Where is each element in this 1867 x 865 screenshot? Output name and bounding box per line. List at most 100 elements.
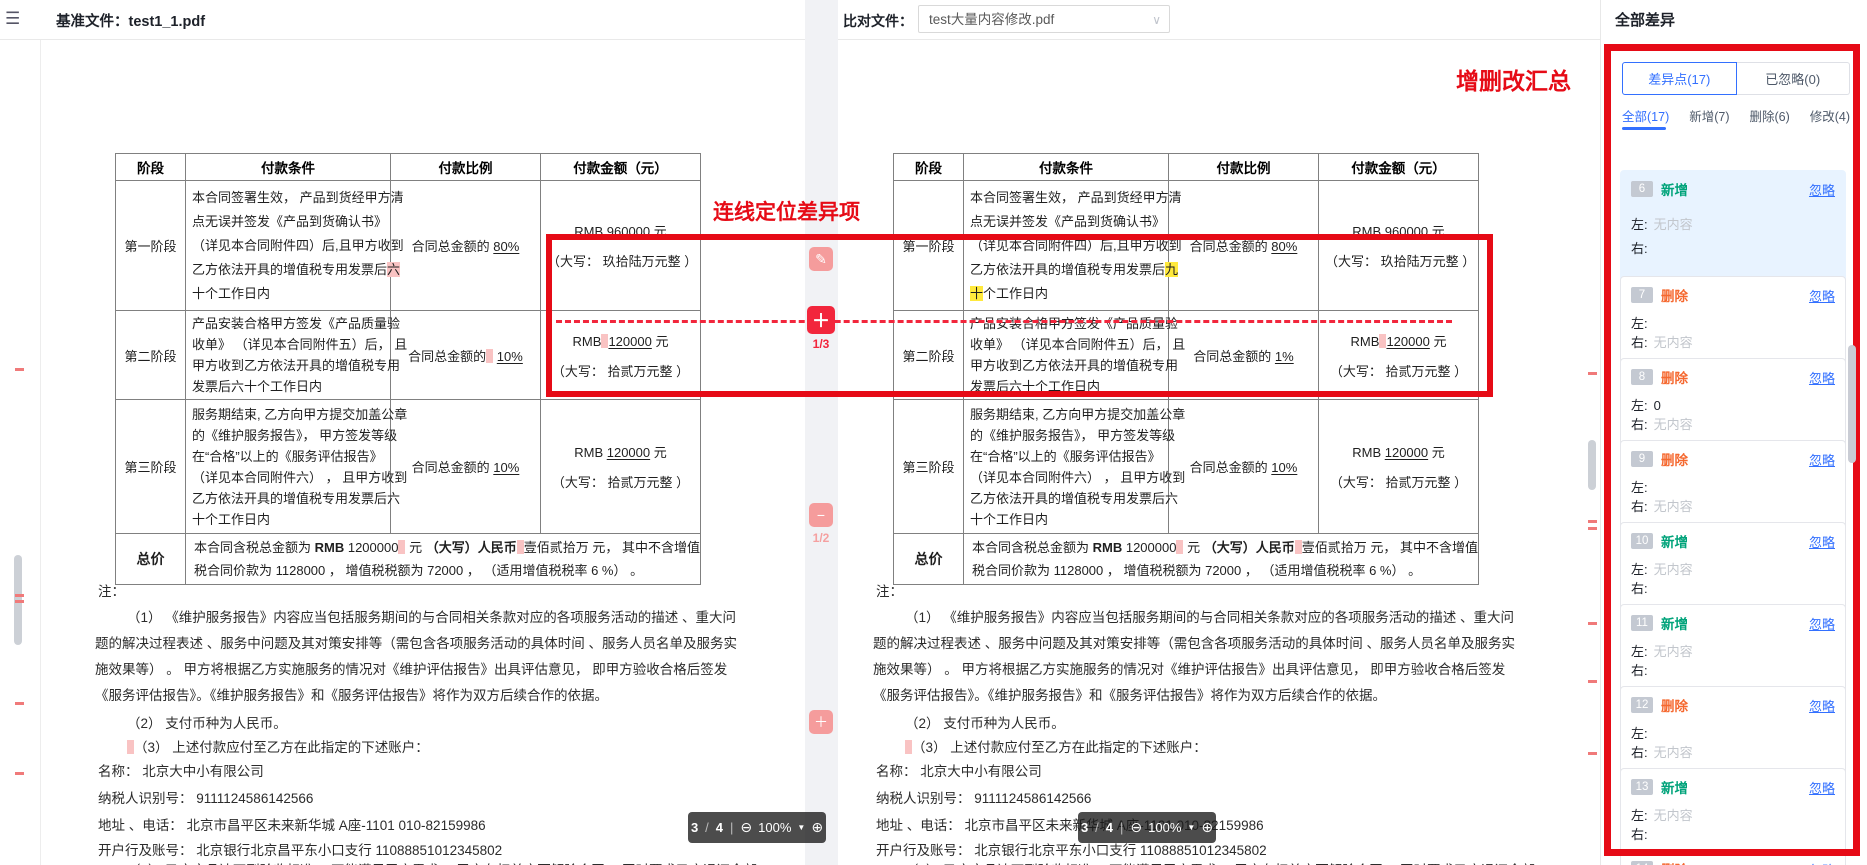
diff-type-label: 删除: [1661, 449, 1688, 469]
stage-2-condition: 产品安装合格甲方签发《产品质量验 收单》 （详见本合同附件五）后， 且 甲方收到…: [964, 311, 1169, 400]
ignore-link[interactable]: 忽略: [1809, 614, 1835, 633]
col-header-ratio: 付款比例: [1169, 154, 1319, 181]
panel-scrollbar-thumb[interactable]: [1848, 345, 1856, 463]
deleted-gap-highlight: [127, 740, 134, 754]
zoom-in-icon[interactable]: ⊕: [1201, 819, 1213, 836]
col-header-stage: 阶段: [894, 154, 964, 181]
zoom-out-icon[interactable]: ⊖: [740, 819, 752, 836]
stage-1-condition: 本合同签署生效， 产品到货经甲方清 点无误并签发《产品到货确认书》 （详见本合同…: [186, 181, 391, 311]
diff-right-value: 无内容: [1654, 417, 1693, 432]
stage-3-ratio: 合同总金额的 10%: [391, 400, 541, 534]
zoom-caret-icon[interactable]: ▼: [797, 823, 805, 832]
zoom-in-icon[interactable]: ⊕: [811, 819, 823, 836]
menu-icon[interactable]: ☰: [5, 10, 23, 28]
ignore-link[interactable]: 忽略: [1809, 778, 1835, 797]
pane-gutter: [805, 0, 838, 865]
right-scrollbar-thumb[interactable]: [1588, 440, 1596, 490]
col-header-ratio: 付款比例: [391, 154, 541, 181]
ignore-link[interactable]: 忽略: [1809, 696, 1835, 715]
diff-position-marker: [1588, 527, 1597, 530]
diff-left-value: 0: [1654, 398, 1661, 413]
ignore-link[interactable]: 忽略: [1809, 450, 1835, 469]
header-bar: ☰ 基准文件：test1_1.pdf 比对文件： test大量内容修改.pdf …: [0, 0, 1600, 40]
ignore-link[interactable]: 忽略: [1809, 180, 1835, 199]
diff-card[interactable]: 11 新增 忽略 左:无内容 右:: [1620, 604, 1846, 694]
stage-2-ratio: 合同总金额的 1%: [1169, 311, 1319, 400]
stage-1-condition: 本合同签署生效， 产品到货经甲方清 点无误并签发《产品到货确认书》 （详见本合同…: [964, 181, 1169, 311]
diff-position-marker: [1588, 372, 1597, 375]
filter-active-indicator: [1622, 127, 1666, 130]
stage-2-amount: RMB120000 元 （大写： 拾贰万元整 ）: [1319, 311, 1479, 400]
diff-card[interactable]: 7 删除 忽略 左: 右:无内容: [1620, 276, 1846, 366]
deleted-gap-highlight: [905, 740, 912, 754]
left-contract-table: 阶段 付款条件 付款比例 付款金额（元） 第一阶段 本合同签署生效， 产品到货经…: [115, 153, 701, 585]
diff-card[interactable]: 12 删除 忽略 左: 右:无内容: [1620, 686, 1846, 776]
total-label: 总价: [116, 534, 186, 585]
diff-number-badge: 8: [1631, 369, 1653, 385]
diff-position-marker: [1588, 622, 1597, 625]
diff-number-badge: 9: [1631, 451, 1653, 467]
ignore-link[interactable]: 忽略: [1809, 368, 1835, 387]
diff-left-value: 无内容: [1654, 562, 1693, 577]
zoom-out-icon[interactable]: ⊖: [1130, 819, 1142, 836]
page-total: 4: [1106, 820, 1113, 835]
col-header-stage: 阶段: [116, 154, 186, 181]
ignore-link[interactable]: 忽略: [1809, 532, 1835, 551]
diff-card[interactable]: 6 新增 忽略 左:无内容 右:: [1620, 170, 1846, 284]
diff-position-marker: [1588, 520, 1597, 523]
diff-type-label: 新增: [1661, 613, 1688, 633]
diff-type-label: 删除: [1661, 367, 1688, 387]
compare-file-value: test大量内容修改.pdf: [929, 12, 1054, 27]
diff-card[interactable]: 10 新增 忽略 左:无内容 右:: [1620, 522, 1846, 612]
left-page-edge: [40, 40, 41, 865]
delete-marker-minus-icon[interactable]: −: [809, 503, 833, 527]
filter-deleted[interactable]: 删除(6): [1749, 106, 1789, 125]
compare-file-select[interactable]: test大量内容修改.pdf ∨: [918, 5, 1170, 33]
diff-number-badge: 13: [1631, 779, 1653, 795]
diff-position-marker: [15, 600, 24, 603]
diff-left-value: 无内容: [1654, 644, 1693, 659]
delete-diff-counter: 1/2: [809, 531, 833, 545]
ignore-link[interactable]: 忽略: [1809, 286, 1835, 305]
diff-position-marker: [15, 702, 24, 705]
stage-2-label: 第二阶段: [894, 311, 964, 400]
chevron-down-icon: ∨: [1152, 6, 1161, 33]
tab-ignored[interactable]: 已忽略(0): [1737, 62, 1851, 95]
filter-all[interactable]: 全部(17): [1622, 106, 1669, 125]
zoom-level[interactable]: 100%: [1148, 820, 1181, 835]
diff-right-value: 无内容: [1654, 745, 1693, 760]
stage-1-amount: RMB 960000 元 （大写： 玖拾陆万元整 ）: [541, 181, 701, 311]
current-diff-add-icon[interactable]: ＋: [807, 306, 835, 334]
stage-1-ratio: 合同总金额的 80%: [391, 181, 541, 311]
stage-3-condition: 服务期结束, 乙方向甲方提交加盖公章 的《维护服务报告》， 甲方签发等级 在“合…: [186, 400, 391, 534]
diff-number-badge: 14: [1631, 861, 1653, 865]
zoom-caret-icon[interactable]: ▼: [1187, 823, 1195, 832]
modify-marker-pencil-icon[interactable]: ✎: [809, 247, 833, 271]
diff-number-badge: 7: [1631, 287, 1653, 303]
total-text: 本合同含税总金额为 RMB 1200000 元 （大写）人民币壹佰贰拾万 元， …: [964, 534, 1479, 585]
zoom-level[interactable]: 100%: [758, 820, 791, 835]
ignore-link[interactable]: 忽略: [1809, 860, 1835, 865]
right-contract-table: 阶段 付款条件 付款比例 付款金额（元） 第一阶段 本合同签署生效， 产品到货经…: [893, 153, 1479, 585]
diff-card[interactable]: 9 删除 忽略 左: 右:无内容: [1620, 440, 1846, 530]
total-label: 总价: [894, 534, 964, 585]
add-marker-plus-icon[interactable]: ＋: [809, 710, 833, 734]
diff-type-label: 删除: [1661, 695, 1688, 715]
diff-position-marker: [15, 368, 24, 371]
filter-modified[interactable]: 修改(4): [1810, 106, 1850, 125]
stage-2-condition: 产品安装合格甲方签发《产品质量验 收单》 （详见本合同附件五）后， 且 甲方收到…: [186, 311, 391, 400]
diff-position-marker: [15, 772, 24, 775]
base-file-label: 基准文件：test1_1.pdf: [56, 10, 205, 31]
diff-number-badge: 6: [1631, 181, 1653, 197]
filter-added[interactable]: 新增(7): [1689, 106, 1729, 125]
diff-card[interactable]: 13 新增 忽略 左:无内容 右:: [1620, 768, 1846, 858]
stage-1-ratio: 合同总金额的 80%: [1169, 181, 1319, 311]
stage-3-label: 第三阶段: [894, 400, 964, 534]
diff-card[interactable]: 14 删除 忽略: [1620, 850, 1846, 865]
diff-card[interactable]: 8 删除 忽略 左:0 右:无内容: [1620, 358, 1846, 448]
page-number[interactable]: 3: [1081, 820, 1088, 835]
col-header-amount: 付款金额（元）: [1319, 154, 1479, 181]
deleted-gap-highlight: [517, 540, 524, 554]
page-number[interactable]: 3: [691, 820, 698, 835]
tab-diff-points[interactable]: 差异点(17): [1622, 62, 1737, 95]
